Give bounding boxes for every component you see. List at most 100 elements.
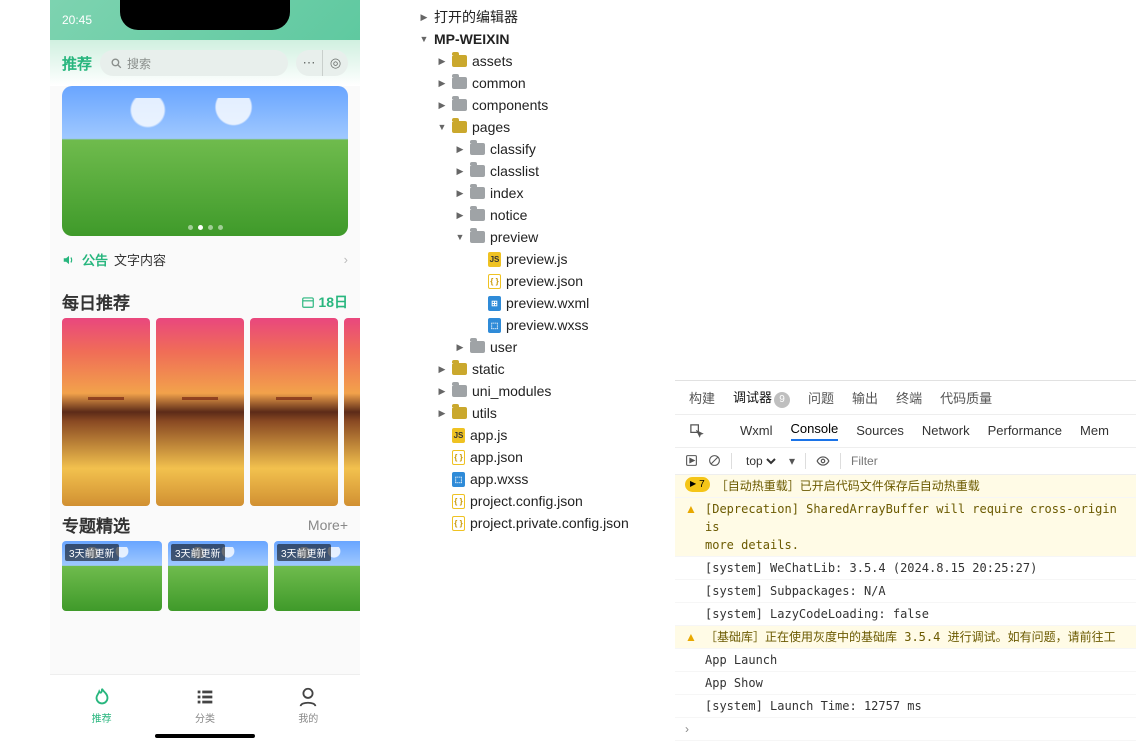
tab-console[interactable]: Console xyxy=(791,421,839,441)
tab-sources[interactable]: Sources xyxy=(856,423,904,438)
search-input[interactable]: 搜索 xyxy=(100,50,288,76)
daily-item[interactable] xyxy=(156,318,244,506)
topic-card[interactable]: 3天前更新 xyxy=(274,541,360,611)
tree-label: assets xyxy=(472,53,512,69)
tree-row[interactable]: ▶ assets xyxy=(415,50,675,72)
tree-row[interactable]: ▶index xyxy=(415,182,675,204)
tree-row[interactable]: ⬚preview.wxss xyxy=(415,314,675,336)
console-log-row[interactable]: ▲ ［基础库］正在使用灰度中的基础库 3.5.4 进行调试。如有问题，请前往工 xyxy=(675,626,1136,649)
console-log-row[interactable]: 7［自动热重载］已开启代码文件保存后自动热重载 xyxy=(675,475,1136,498)
console-log-row[interactable]: › xyxy=(675,718,1136,741)
tab-perf[interactable]: Performance xyxy=(988,423,1062,438)
play-icon[interactable] xyxy=(685,454,698,467)
tree-row[interactable]: { }preview.json xyxy=(415,270,675,292)
tab-output[interactable]: 输出 xyxy=(852,388,878,407)
tab-recommend[interactable]: 推荐 xyxy=(62,53,92,74)
console-log-row[interactable]: [system] WeChatLib: 3.5.4 (2024.8.15 20:… xyxy=(675,557,1136,580)
wechat-capsule[interactable]: ⋯ ◎ xyxy=(296,50,348,76)
tree-section-project[interactable]: ▼ MP-WEIXIN xyxy=(415,28,675,50)
daily-date[interactable]: 18日 xyxy=(301,292,348,312)
phone-body: 推荐 搜索 ⋯ ◎ 公告 文字内容 › 每日推荐 18日 xyxy=(50,40,360,726)
tab-memory[interactable]: Mem xyxy=(1080,423,1109,438)
tab-network[interactable]: Network xyxy=(922,423,970,438)
tab-recommend[interactable]: 推荐 xyxy=(50,675,153,736)
folder-icon xyxy=(452,77,467,89)
tree-row[interactable]: { }project.private.config.json xyxy=(415,512,675,534)
tree-row[interactable]: JSpreview.js xyxy=(415,248,675,270)
console-log-row[interactable]: [system] LazyCodeLoading: false xyxy=(675,603,1136,626)
tab-classify[interactable]: 分类 xyxy=(153,675,256,736)
tree-row[interactable]: JSapp.js xyxy=(415,424,675,446)
eye-icon[interactable] xyxy=(816,454,830,468)
folder-icon xyxy=(470,143,485,155)
tab-codeq[interactable]: 代码质量 xyxy=(940,388,992,407)
inspect-icon[interactable] xyxy=(689,423,704,438)
console-output[interactable]: 7［自动热重载］已开启代码文件保存后自动热重载▲[Deprecation] Sh… xyxy=(675,475,1136,746)
console-log-row[interactable]: [system] Launch Time: 12757 ms xyxy=(675,695,1136,718)
log-message: App Show xyxy=(705,674,1126,692)
tree-label: preview.json xyxy=(506,273,583,289)
tree-row[interactable]: { }app.json xyxy=(415,446,675,468)
console-log-row[interactable]: App Show xyxy=(675,672,1136,695)
topic-more[interactable]: More+ xyxy=(308,517,348,533)
tree-row[interactable]: ▼preview xyxy=(415,226,675,248)
tree-row[interactable]: ▶utils xyxy=(415,402,675,424)
tab-build[interactable]: 构建 xyxy=(689,388,715,407)
tree-row[interactable]: ⬚app.wxss xyxy=(415,468,675,490)
tab-problems[interactable]: 问题 xyxy=(808,388,834,407)
tree-row[interactable]: ▶notice xyxy=(415,204,675,226)
expand-icon: ▶ xyxy=(455,188,465,199)
tree-row[interactable]: ▶uni_modules xyxy=(415,380,675,402)
capsule-menu-icon[interactable]: ⋯ xyxy=(296,50,322,76)
folder-icon xyxy=(452,55,467,67)
expand-icon: ▶ xyxy=(437,56,447,67)
prompt-icon: › xyxy=(685,720,699,738)
daily-item[interactable] xyxy=(62,318,150,506)
console-log-row[interactable]: App Launch xyxy=(675,649,1136,672)
notice-row[interactable]: 公告 文字内容 › xyxy=(50,236,360,283)
daily-row[interactable] xyxy=(50,318,360,506)
console-log-row[interactable]: [system] Subpackages: N/A xyxy=(675,580,1136,603)
tree-row[interactable]: ▶user xyxy=(415,336,675,358)
devtools-panel: 构建 调试器9 问题 输出 终端 代码质量 Wxml Console Sourc… xyxy=(675,380,1136,746)
console-log-row[interactable]: ▲[Deprecation] SharedArrayBuffer will re… xyxy=(675,498,1136,557)
tree-section-editors[interactable]: ▶ 打开的编辑器 xyxy=(415,6,675,28)
filter-input[interactable] xyxy=(851,454,1126,468)
log-message: [Deprecation] SharedArrayBuffer will req… xyxy=(705,500,1126,554)
tree-row[interactable]: ⊞preview.wxml xyxy=(415,292,675,314)
update-tag: 3天前更新 xyxy=(65,544,119,561)
wxml-file-icon: ⊞ xyxy=(488,296,501,311)
tree-row[interactable]: { }project.config.json xyxy=(415,490,675,512)
log-message: [system] LazyCodeLoading: false xyxy=(705,605,1126,623)
tree-label: app.wxss xyxy=(470,471,528,487)
json-file-icon: { } xyxy=(452,516,465,531)
hero-banner[interactable] xyxy=(62,86,348,236)
tab-mine[interactable]: 我的 xyxy=(257,675,360,736)
topic-card[interactable]: 3天前更新 xyxy=(62,541,162,611)
tree-row[interactable]: ▶classlist xyxy=(415,160,675,182)
tree-row[interactable]: ▶components xyxy=(415,94,675,116)
topic-row[interactable]: 3天前更新 3天前更新 3天前更新 xyxy=(50,541,360,611)
warning-icon: ▲ xyxy=(685,628,699,646)
tab-debugger[interactable]: 调试器9 xyxy=(733,387,790,408)
daily-title: 每日推荐 xyxy=(62,289,130,314)
tree-label: 打开的编辑器 xyxy=(434,7,518,27)
tree-row[interactable]: ▼pages xyxy=(415,116,675,138)
capsule-close-icon[interactable]: ◎ xyxy=(322,50,348,76)
chevron-down-icon: ▼ xyxy=(419,34,429,44)
log-message: ［基础库］正在使用灰度中的基础库 3.5.4 进行调试。如有问题，请前往工 xyxy=(705,628,1126,646)
tree-row[interactable]: ▶static xyxy=(415,358,675,380)
clear-icon[interactable] xyxy=(708,454,721,467)
file-explorer[interactable]: ▶ 打开的编辑器 ▼ MP-WEIXIN ▶ assets ▶common▶comp… xyxy=(415,0,675,746)
scope-select[interactable]: top xyxy=(742,453,779,469)
tree-row[interactable]: ▶classify xyxy=(415,138,675,160)
tab-wxml[interactable]: Wxml xyxy=(740,423,773,438)
topic-card[interactable]: 3天前更新 xyxy=(168,541,268,611)
tree-row[interactable]: ▶common xyxy=(415,72,675,94)
expand-icon: ▼ xyxy=(437,122,447,132)
tab-label: 推荐 xyxy=(92,710,112,725)
daily-item[interactable] xyxy=(250,318,338,506)
daily-item[interactable] xyxy=(344,318,360,506)
tab-terminal[interactable]: 终端 xyxy=(896,388,922,407)
expand-icon: ▶ xyxy=(437,408,447,419)
